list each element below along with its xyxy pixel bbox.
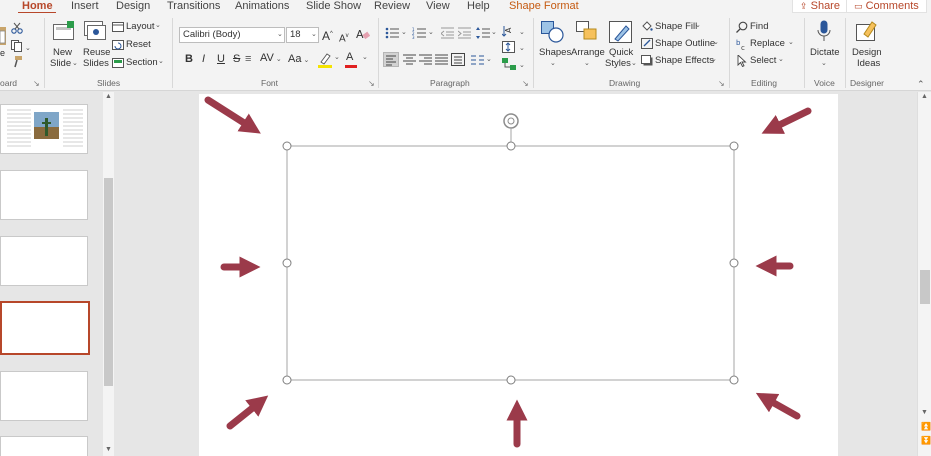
next-slide-icon[interactable]: ⏬ xyxy=(921,436,931,445)
scroll-down-icon[interactable]: ▼ xyxy=(921,409,928,416)
resize-handle-top-right[interactable] xyxy=(729,141,739,151)
selected-rectangle-shape[interactable] xyxy=(286,145,735,381)
annotation-arrow-icon xyxy=(755,392,801,420)
slide-scrollbar-thumb[interactable] xyxy=(920,270,930,304)
rotation-handle-icon[interactable] xyxy=(503,113,519,146)
annotation-arrow-icon xyxy=(761,107,812,134)
shape-selection-overlay xyxy=(204,96,812,448)
annotation-arrow-icon xyxy=(226,395,269,430)
scroll-up-icon[interactable]: ▲ xyxy=(921,93,928,100)
resize-handle-left[interactable] xyxy=(282,258,292,268)
resize-handle-bottom-right[interactable] xyxy=(729,375,739,385)
resize-handle-top[interactable] xyxy=(506,141,516,151)
resize-handle-bottom-left[interactable] xyxy=(282,375,292,385)
slide-scrollbar[interactable]: ▲ ▼ ⏫ ⏬ xyxy=(917,92,931,456)
annotation-arrow-icon xyxy=(204,96,261,134)
resize-handle-bottom[interactable] xyxy=(506,375,516,385)
resize-handle-right[interactable] xyxy=(729,258,739,268)
resize-handle-top-left[interactable] xyxy=(282,141,292,151)
previous-slide-icon[interactable]: ⏫ xyxy=(921,422,931,431)
